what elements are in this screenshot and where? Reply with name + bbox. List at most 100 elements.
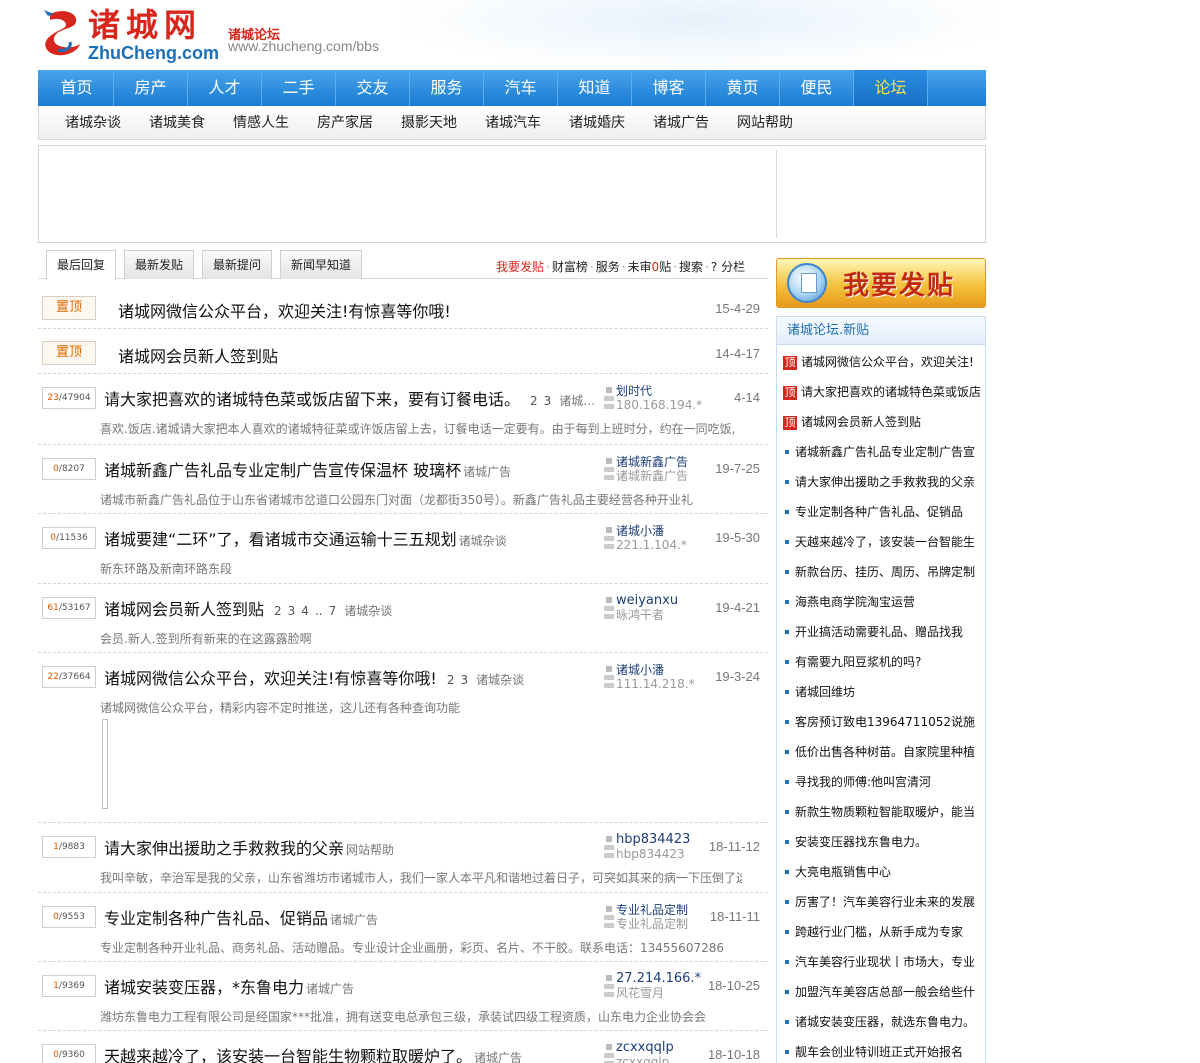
sidebar-post-link[interactable]: 汽车美容行业现状丨市场大，专业 (783, 947, 983, 977)
page-link[interactable]: 2 (530, 394, 538, 408)
thread-title[interactable]: 诸城新鑫广告礼品专业定制广告宣传保温杯 玻璃杯 (104, 461, 461, 480)
thread-category[interactable]: 诸城杂谈 (459, 534, 507, 548)
author-name[interactable]: 27.214.166.* (616, 972, 701, 986)
author-name[interactable]: 专业礼品定制 (616, 903, 688, 917)
sidebar-post-link[interactable]: 低价出售各种树苗。自家院里种植 (783, 737, 983, 767)
author-name[interactable]: 诸城小潘 (616, 663, 664, 677)
thread-tab[interactable]: 最后回复 (46, 250, 117, 280)
sidebar-post-link[interactable]: 加盟汽车美容店总部一般会给些什 (783, 977, 983, 1007)
sidebar-post-link[interactable]: 寻找我的师傅:他叫宫清河 (783, 767, 983, 797)
page-link[interactable]: .. (315, 604, 323, 618)
subnav-item[interactable]: 房产家居 (317, 106, 373, 140)
thread-title[interactable]: 请大家把喜欢的诸城特色菜或饭店留下来，要有订餐电话。 (104, 390, 520, 409)
sidebar-post-link[interactable]: 开业搞活动需要礼品、赠品找我 (783, 617, 983, 647)
thread-category[interactable]: 网站帮助 (346, 843, 394, 857)
page-link[interactable]: 7 (329, 604, 337, 618)
author-name[interactable]: 诸城新鑫广告 (616, 455, 688, 469)
search-link[interactable]: 搜索 (679, 260, 703, 274)
sidebar-post-link[interactable]: 新款生物质颗粒智能取暖炉，能当 (783, 797, 983, 827)
wealth-rank-link[interactable]: 财富榜 (552, 260, 588, 274)
thread-title[interactable]: 请大家伸出援助之手救救我的父亲 (104, 839, 344, 858)
nav-item[interactable]: 服务 (410, 70, 484, 106)
nav-item[interactable]: 汽车 (484, 70, 558, 106)
page-link[interactable]: 3 (460, 673, 468, 687)
author-name[interactable]: hbp834423 (616, 833, 690, 847)
page-link[interactable]: 3 (288, 604, 296, 618)
subnav-item[interactable]: 诸城杂谈 (65, 106, 121, 140)
nav-item[interactable]: 房产 (114, 70, 188, 106)
sidebar-post-link[interactable]: 靓车会创业特训班正式开始报名 (783, 1037, 983, 1063)
thread-title[interactable]: 天越来越冷了，该安装一台智能生物颗粒取暖炉了。 (104, 1047, 472, 1063)
thread-title[interactable]: 诸城网会员新人签到贴 (118, 343, 278, 367)
author-name[interactable]: 诸城小潘 (616, 524, 664, 538)
thread-row[interactable]: 1/9883 请大家伸出援助之手救救我的父亲 网站帮助 hbp834423 hbp834… (38, 823, 768, 893)
nav-item[interactable]: 人才 (188, 70, 262, 106)
subnav-item[interactable]: 诸城美食 (149, 106, 205, 140)
post-thread-link[interactable]: 我要发贴 (496, 260, 544, 274)
subnav-item[interactable]: 摄影天地 (401, 106, 457, 140)
page-link[interactable]: 2 (447, 673, 455, 687)
thread-row[interactable]: 22/37664 诸城网微信公众平台，欢迎关注!有惊喜等你哦! 2 3 诸城杂谈 诸城小潘… (38, 653, 768, 823)
thread-title[interactable]: 专业定制各种广告礼品、促销品 (104, 909, 328, 928)
thread-row[interactable]: 置顶 诸城网微信公众平台，欢迎关注!有惊喜等你哦! 15-4-29 (38, 284, 768, 329)
nav-item[interactable]: 便民 (780, 70, 854, 106)
thread-category[interactable]: 诸城杂谈 (476, 673, 524, 687)
page-link[interactable]: 3 (544, 394, 552, 408)
thread-title[interactable]: 诸城网微信公众平台，欢迎关注!有惊喜等你哦! (118, 298, 451, 322)
service-link[interactable]: 服务 (596, 260, 620, 274)
page-link[interactable]: 2 (274, 604, 282, 618)
thread-category[interactable]: 诸城广告 (330, 913, 378, 927)
thread-category[interactable]: 诸城广告 (306, 982, 354, 996)
nav-item[interactable]: 首页 (40, 70, 114, 106)
sidebar-post-link[interactable]: 顶诸城网会员新人签到贴 (783, 407, 983, 437)
sidebar-post-link[interactable]: 客房预订致电13964711052说施 (783, 707, 983, 737)
subnav-item[interactable]: 网站帮助 (737, 106, 793, 140)
thread-title[interactable]: 诸城网微信公众平台，欢迎关注!有惊喜等你哦! (104, 669, 437, 688)
sidebar-post-link[interactable]: 新款台历、挂历、周历、吊牌定制 (783, 557, 983, 587)
thread-tab[interactable]: 最新发贴 (124, 250, 195, 279)
forum-url[interactable]: www.zhucheng.com/bbs (228, 38, 379, 54)
subnav-item[interactable]: 诸城广告 (653, 106, 709, 140)
nav-item[interactable]: 黄页 (706, 70, 780, 106)
sidebar-post-link[interactable]: 天越来越冷了，该安装一台智能生 (783, 527, 983, 557)
split-column-link[interactable]: 分栏 (721, 260, 745, 274)
sidebar-post-link[interactable]: 厉害了！汽车美容行业未来的发展 (783, 887, 983, 917)
sidebar-post-link[interactable]: 安装变压器找东鲁电力。 (783, 827, 983, 857)
nav-item[interactable]: 论坛 (854, 70, 928, 106)
thread-row[interactable]: 1/9369 诸城安装变压器，*东鲁电力 诸城广告 27.214.166.* 风花雪月潍… (38, 962, 768, 1031)
sidebar-post-link[interactable]: 诸城安装变压器，就选东鲁电力。 (783, 1007, 983, 1037)
sidebar-post-link[interactable]: 跨越行业门槛，从新手成为专家 (783, 917, 983, 947)
thread-row[interactable]: 置顶 诸城网会员新人签到贴 14-4-17 (38, 329, 768, 374)
thread-title[interactable]: 诸城要建“二环”了，看诸城市交通运输十三五规划 (104, 530, 457, 549)
nav-item[interactable]: 知道 (558, 70, 632, 106)
sidebar-post-link[interactable]: 大亮电瓶销售中心 (783, 857, 983, 887)
thread-row[interactable]: 0/9360 天越来越冷了，该安装一台智能生物颗粒取暖炉了。 诸城广告 zcxxqql… (38, 1031, 768, 1063)
sidebar-post-link[interactable]: 专业定制各种广告礼品、促销品 (783, 497, 983, 527)
sidebar-post-link[interactable]: 诸城新鑫广告礼品专业定制广告宣 (783, 437, 983, 467)
sidebar-post-link[interactable]: 顶诸城网微信公众平台，欢迎关注! (783, 347, 983, 377)
help-icon[interactable]: ? (711, 260, 717, 274)
author-name[interactable]: 划时代 (616, 384, 652, 398)
page-link[interactable]: 4 (301, 604, 309, 618)
author-name[interactable]: weiyanxu (616, 594, 678, 608)
thread-row[interactable]: 61/53167 诸城网会员新人签到贴 2 3 4.. 7 诸城杂谈 weiyanxu 昹鸿干者… (38, 584, 768, 653)
nav-item[interactable]: 二手 (262, 70, 336, 106)
thread-title[interactable]: 诸城安装变压器，*东鲁电力 (104, 978, 304, 997)
thread-category[interactable]: 诸城广告 (463, 465, 511, 479)
subnav-item[interactable]: 诸城婚庆 (569, 106, 625, 140)
thread-row[interactable]: 0/11536 诸城要建“二环”了，看诸城市交通运输十三五规划 诸城杂谈 诸城小潘 22… (38, 514, 768, 584)
nav-item[interactable]: 交友 (336, 70, 410, 106)
thread-tab[interactable]: 最新提问 (202, 250, 273, 279)
thread-category[interactable]: 诸城… (559, 394, 595, 408)
new-post-button[interactable]: 我要发贴 (776, 258, 986, 308)
thread-row[interactable]: 23/47904 请大家把喜欢的诸城特色菜或饭店留下来，要有订餐电话。 2 3 诸城… 划… (38, 374, 768, 445)
thread-tab[interactable]: 新闻早知道 (280, 250, 363, 279)
unreviewed-link[interactable]: 未审0贴 (628, 260, 672, 274)
sidebar-post-link[interactable]: 请大家伸出援助之手救救我的父亲 (783, 467, 983, 497)
thread-row[interactable]: 0/8207 诸城新鑫广告礼品专业定制广告宣传保温杯 玻璃杯 诸城广告 诸城新鑫广告诸… (38, 445, 768, 514)
sidebar-post-link[interactable]: 顶请大家把喜欢的诸城特色菜或饭店 (783, 377, 983, 407)
thread-category[interactable]: 诸城杂谈 (344, 604, 392, 618)
thread-title[interactable]: 诸城网会员新人签到贴 (104, 600, 264, 619)
site-logo[interactable]: 诸城网 ZhuCheng.com (42, 6, 222, 64)
thread-category[interactable]: 诸城广告 (474, 1051, 522, 1063)
